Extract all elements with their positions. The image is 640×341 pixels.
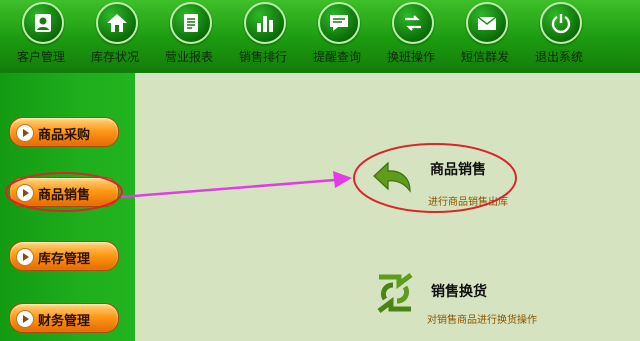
toolbar-label: 提醒查询 [312, 50, 361, 64]
play-icon [16, 248, 34, 266]
main-content: 商品销售 进行商品销售出库 销售换货 对销售商品进行换货操作 [135, 73, 640, 341]
sidebar-item-inventory[interactable]: 库存管理 [9, 241, 119, 271]
sidebar-item-label: 商品销售 [38, 188, 91, 203]
exchange-arrows-icon [377, 273, 413, 313]
toolbar-label: 换班操作 [386, 50, 435, 64]
top-toolbar: 客户管理 库存状况 营业报表 销售排行 提醒查询 换班操作 短信群发 退出系统 [0, 0, 640, 73]
toolbar-label: 退出系统 [534, 50, 583, 64]
toolbar-item-shift-change[interactable]: 换班操作 [375, 0, 447, 73]
sidebar: 商品采购 商品销售 库存管理 财务管理 [0, 73, 135, 341]
toolbar-item-mass-sms[interactable]: 短信群发 [449, 0, 521, 73]
sidebar-item-label: 财务管理 [38, 314, 91, 329]
customer-icon [22, 2, 64, 44]
message-icon [318, 2, 360, 44]
sidebar-item-label: 库存管理 [38, 252, 91, 267]
function-title: 商品销售 [430, 162, 486, 178]
function-desc: 进行商品销售出库 [428, 197, 508, 208]
sidebar-item-purchase[interactable]: 商品采购 [9, 117, 119, 147]
function-desc: 对销售商品进行换货操作 [427, 315, 537, 326]
play-icon [16, 310, 34, 328]
sidebar-item-finance[interactable]: 财务管理 [9, 303, 119, 333]
power-icon [540, 2, 582, 44]
toolbar-label: 短信群发 [460, 50, 509, 64]
play-icon [16, 124, 34, 142]
toolbar-item-customer-management[interactable]: 客户管理 [5, 0, 77, 73]
sms-icon [466, 2, 508, 44]
function-sales-exchange[interactable]: 销售换货 对销售商品进行换货操作 [375, 273, 555, 326]
toolbar-label: 营业报表 [164, 50, 213, 64]
report-icon [170, 2, 212, 44]
play-icon [16, 184, 34, 202]
toolbar-item-sales-ranking[interactable]: 销售排行 [227, 0, 299, 73]
toolbar-item-reminder-query[interactable]: 提醒查询 [301, 0, 373, 73]
toolbar-item-inventory-status[interactable]: 库存状况 [79, 0, 151, 73]
home-icon [96, 2, 138, 44]
toolbar-label: 销售排行 [238, 50, 287, 64]
toolbar-item-exit-system[interactable]: 退出系统 [523, 0, 595, 73]
return-arrow-icon [373, 161, 411, 193]
swap-arrows-icon [392, 2, 434, 44]
sidebar-item-sales[interactable]: 商品销售 [9, 177, 119, 207]
bar-chart-icon [244, 2, 286, 44]
toolbar-item-business-report[interactable]: 营业报表 [153, 0, 225, 73]
function-product-sales[interactable]: 商品销售 进行商品销售出库 [372, 159, 522, 208]
function-title: 销售换货 [431, 284, 487, 300]
toolbar-label: 客户管理 [16, 50, 65, 64]
sidebar-item-label: 商品采购 [38, 128, 91, 143]
toolbar-label: 库存状况 [90, 50, 139, 64]
